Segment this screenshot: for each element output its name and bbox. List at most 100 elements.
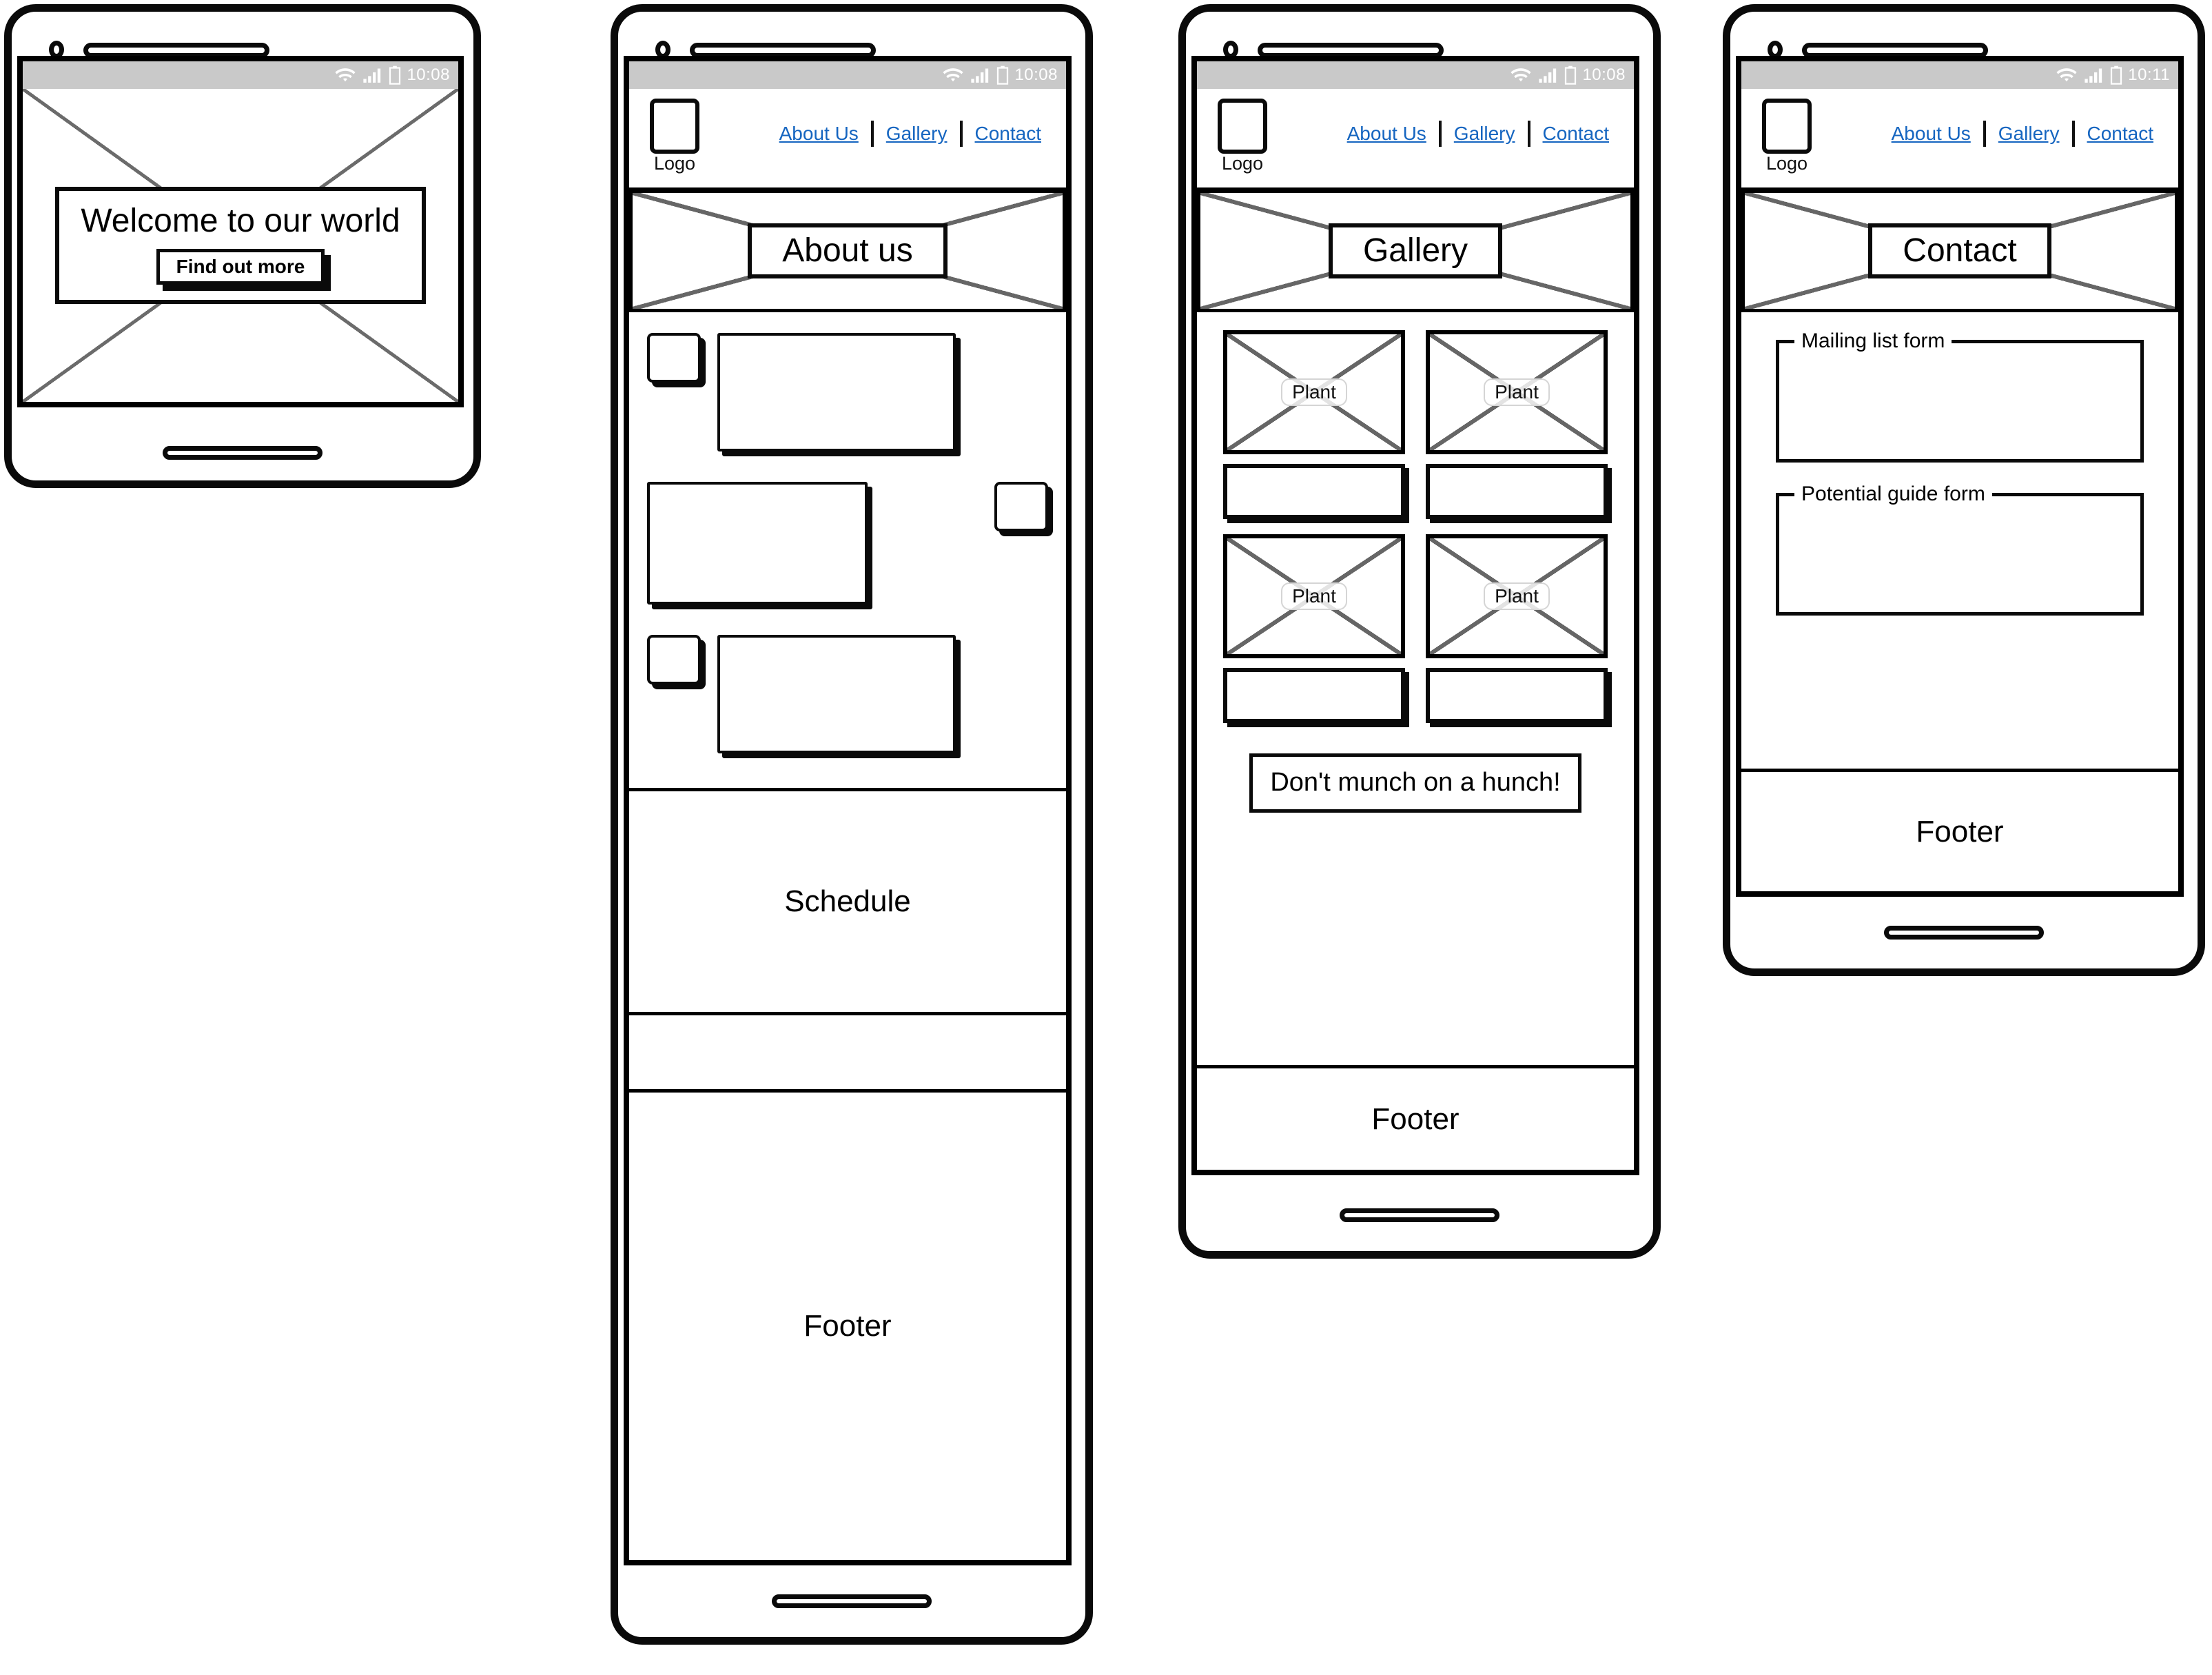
wireframe-canvas: 10:08 Welcome to our world Find out more <box>0 0 2212 1675</box>
mailing-list-form-legend: Mailing list form <box>1794 329 1952 353</box>
battery-icon <box>389 65 401 85</box>
wifi-icon <box>1510 68 1532 82</box>
nav-link-contact[interactable]: Contact <box>2075 123 2167 145</box>
phone-frame-gallery: 10:08 Logo About Us Gallery Contact Gall… <box>1178 4 1661 1259</box>
gallery-image-placeholder: Plant <box>1426 330 1608 454</box>
status-bar: 10:08 <box>23 61 458 89</box>
content-row <box>647 635 1048 753</box>
signal-bars-icon <box>971 68 989 83</box>
nav-link-gallery[interactable]: Gallery <box>874 123 960 145</box>
page-title: About us <box>748 223 948 279</box>
nav-link-gallery[interactable]: Gallery <box>1442 123 1528 145</box>
battery-icon <box>997 65 1009 85</box>
wifi-icon <box>335 68 356 82</box>
gallery-item[interactable]: Plant <box>1223 534 1405 723</box>
page-title: Gallery <box>1328 223 1503 279</box>
footer-label: Footer <box>1916 814 2004 849</box>
contact-forms: Mailing list form Potential guide form <box>1741 312 2178 616</box>
schedule-section[interactable]: Schedule <box>629 788 1066 1015</box>
nav-link-about-us[interactable]: About Us <box>1335 123 1439 145</box>
footer-label: Footer <box>803 1309 892 1343</box>
home-pill <box>163 446 322 460</box>
site-header: Logo About Us Gallery Contact <box>1741 89 2178 190</box>
logo-box-icon <box>1762 99 1812 154</box>
content-row <box>647 482 1048 605</box>
gallery-item[interactable]: Plant <box>1223 330 1405 519</box>
content-text-block <box>647 482 868 605</box>
content-text-block <box>717 333 956 451</box>
hero-image-placeholder: Welcome to our world Find out more <box>23 89 458 402</box>
gallery-grid: Plant Plant Plant Plant <box>1223 330 1608 723</box>
logo-caption: Logo <box>653 153 696 174</box>
about-body <box>629 312 1066 788</box>
battery-icon <box>1565 65 1577 85</box>
footer-contact[interactable]: Footer <box>1741 769 2178 891</box>
nav-link-contact[interactable]: Contact <box>1530 123 1622 145</box>
gallery-item-caption-box <box>1426 464 1608 519</box>
screen-gallery: 10:08 Logo About Us Gallery Contact Gall… <box>1191 56 1639 1175</box>
phone-frame-about: 10:08 Logo About Us Gallery Contact Abou… <box>611 4 1093 1645</box>
content-text-block <box>717 635 956 753</box>
status-bar: 10:11 <box>1741 61 2178 89</box>
gallery-image-placeholder: Plant <box>1223 330 1405 454</box>
extra-section[interactable] <box>629 1015 1066 1093</box>
wifi-icon <box>943 68 964 82</box>
main-nav: About Us Gallery Contact <box>1879 121 2166 147</box>
page-banner-about: About us <box>629 190 1066 312</box>
logo[interactable]: Logo <box>646 99 704 173</box>
mailing-list-form[interactable]: Mailing list form <box>1776 329 2144 463</box>
potential-guide-form-legend: Potential guide form <box>1794 483 1992 506</box>
nav-link-contact[interactable]: Contact <box>963 123 1054 145</box>
gallery-item[interactable]: Plant <box>1426 534 1608 723</box>
nav-link-gallery[interactable]: Gallery <box>1986 123 2072 145</box>
battery-icon <box>2111 65 2122 85</box>
screen-contact: 10:11 Logo About Us Gallery Contact Cont… <box>1736 56 2184 897</box>
contact-body: Mailing list form Potential guide form <box>1741 312 2178 769</box>
wifi-icon <box>2056 68 2077 82</box>
gallery-image-placeholder: Plant <box>1426 534 1608 658</box>
content-thumb <box>647 333 701 383</box>
status-time: 10:11 <box>2128 65 2170 84</box>
gallery-body: Plant Plant Plant Plant Don't munch on a… <box>1197 312 1634 1065</box>
status-time: 10:08 <box>1582 65 1626 84</box>
logo-box-icon <box>1218 99 1267 154</box>
find-out-more-button[interactable]: Find out more <box>156 248 325 285</box>
screen-about: 10:08 Logo About Us Gallery Contact Abou… <box>624 56 1072 1565</box>
hero-card: Welcome to our world Find out more <box>55 187 426 304</box>
hero-title: Welcome to our world <box>81 203 400 240</box>
gallery-item-caption-box <box>1223 668 1405 723</box>
content-row <box>647 333 1048 451</box>
site-header: Logo About Us Gallery Contact <box>629 89 1066 190</box>
content-thumb <box>994 482 1048 531</box>
status-bar: 10:08 <box>629 61 1066 89</box>
home-pill <box>772 1594 932 1608</box>
footer-about[interactable]: Footer <box>629 1093 1066 1560</box>
gallery-tagline: Don't munch on a hunch! <box>1249 753 1581 813</box>
gallery-grid-wrap: Plant Plant Plant Plant Don't munch on a… <box>1197 312 1634 813</box>
logo[interactable]: Logo <box>1213 99 1271 173</box>
nav-link-about-us[interactable]: About Us <box>1879 123 1983 145</box>
about-content-rows <box>629 312 1066 760</box>
logo[interactable]: Logo <box>1758 99 1816 173</box>
signal-bars-icon <box>2085 68 2102 83</box>
home-pill <box>1340 1208 1499 1222</box>
phone-frame-contact: 10:11 Logo About Us Gallery Contact Cont… <box>1723 4 2205 976</box>
page-banner-gallery: Gallery <box>1197 190 1634 312</box>
home-pill <box>1884 926 2044 940</box>
status-time: 10:08 <box>407 65 450 84</box>
schedule-label: Schedule <box>784 884 911 918</box>
nav-link-about-us[interactable]: About Us <box>767 123 871 145</box>
footer-label: Footer <box>1371 1102 1460 1136</box>
gallery-item[interactable]: Plant <box>1426 330 1608 519</box>
gallery-image-caption: Plant <box>1484 378 1550 406</box>
main-nav: About Us Gallery Contact <box>767 121 1054 147</box>
footer-gallery[interactable]: Footer <box>1197 1065 1634 1170</box>
signal-bars-icon <box>363 68 381 83</box>
logo-caption: Logo <box>1765 153 1808 174</box>
gallery-image-caption: Plant <box>1281 582 1347 610</box>
status-time: 10:08 <box>1014 65 1058 84</box>
gallery-image-caption: Plant <box>1281 378 1347 406</box>
gallery-item-caption-box <box>1426 668 1608 723</box>
gallery-image-placeholder: Plant <box>1223 534 1405 658</box>
potential-guide-form[interactable]: Potential guide form <box>1776 483 2144 616</box>
